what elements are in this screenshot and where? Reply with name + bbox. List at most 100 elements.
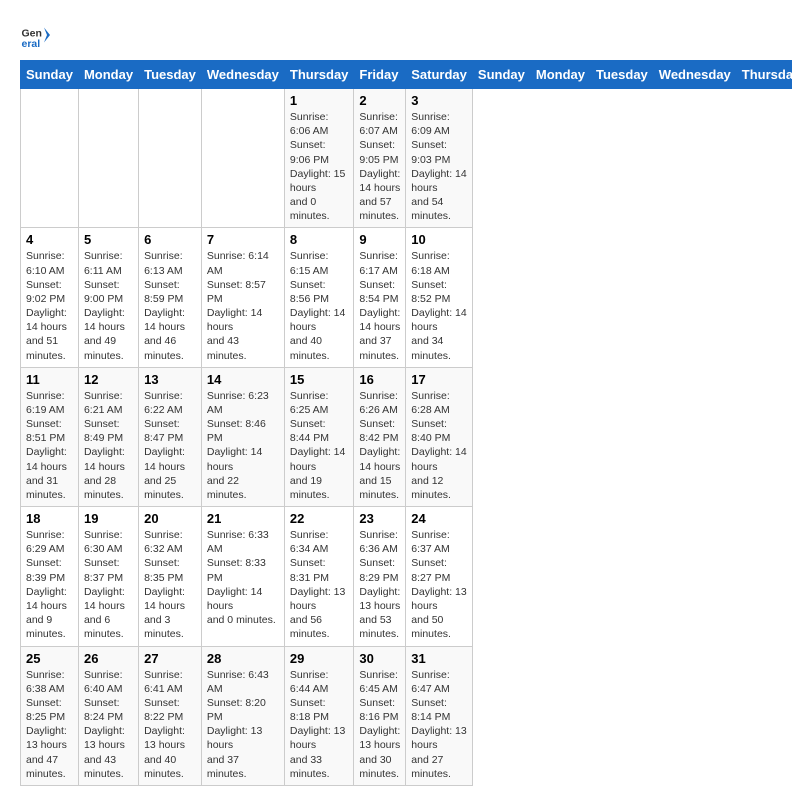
calendar-cell: 29 Sunrise: 6:44 AM Sunset: 8:18 PM Dayli… bbox=[284, 646, 354, 785]
calendar-cell: 21 Sunrise: 6:33 AM Sunset: 8:33 PM Dayli… bbox=[201, 507, 284, 646]
day-info: Sunrise: 6:22 AM Sunset: 8:47 PM Dayligh… bbox=[144, 389, 196, 502]
day-number: 29 bbox=[290, 651, 349, 666]
day-header-monday: Monday bbox=[78, 61, 138, 89]
day-number: 23 bbox=[359, 511, 400, 526]
day-number: 16 bbox=[359, 372, 400, 387]
day-number: 25 bbox=[26, 651, 73, 666]
day-info: Sunrise: 6:45 AM Sunset: 8:16 PM Dayligh… bbox=[359, 668, 400, 781]
day-info: Sunrise: 6:37 AM Sunset: 8:27 PM Dayligh… bbox=[411, 528, 467, 641]
calendar-cell: 19Sunrise: 6:30 AM Sunset: 8:37 PM Dayli… bbox=[78, 507, 138, 646]
page-header: Gen eral bbox=[20, 20, 772, 50]
day-number: 30 bbox=[359, 651, 400, 666]
day-info: Sunrise: 6:14 AM Sunset: 8:57 PM Dayligh… bbox=[207, 249, 279, 362]
day-info: Sunrise: 6:26 AM Sunset: 8:42 PM Dayligh… bbox=[359, 389, 400, 502]
calendar-cell: 30 Sunrise: 6:45 AM Sunset: 8:16 PM Dayli… bbox=[354, 646, 406, 785]
calendar-cell: 14 Sunrise: 6:23 AM Sunset: 8:46 PM Dayli… bbox=[201, 367, 284, 506]
calendar-week-5: 25 Sunrise: 6:38 AM Sunset: 8:25 PM Dayli… bbox=[21, 646, 792, 785]
calendar-cell: 11 Sunrise: 6:19 AM Sunset: 8:51 PM Dayli… bbox=[21, 367, 79, 506]
day-info: Sunrise: 6:17 AM Sunset: 8:54 PM Dayligh… bbox=[359, 249, 400, 362]
day-info: Sunrise: 6:47 AM Sunset: 8:14 PM Dayligh… bbox=[411, 668, 467, 781]
day-info: Sunrise: 6:23 AM Sunset: 8:46 PM Dayligh… bbox=[207, 389, 279, 502]
calendar-cell: 6 Sunrise: 6:13 AM Sunset: 8:59 PM Daylig… bbox=[139, 228, 202, 367]
day-info: Sunrise: 6:19 AM Sunset: 8:51 PM Dayligh… bbox=[26, 389, 73, 502]
day-number: 20 bbox=[144, 511, 196, 526]
day-info: Sunrise: 6:11 AM Sunset: 9:00 PM Dayligh… bbox=[84, 249, 133, 362]
col-header-monday: Monday bbox=[530, 61, 590, 89]
day-number: 24 bbox=[411, 511, 467, 526]
calendar-cell bbox=[139, 89, 202, 228]
day-number: 22 bbox=[290, 511, 349, 526]
day-info: Sunrise: 6:07 AM Sunset: 9:05 PM Dayligh… bbox=[359, 110, 400, 223]
calendar-header-row: SundayMondayTuesdayWednesdayThursdayFrid… bbox=[21, 61, 792, 89]
day-number: 13 bbox=[144, 372, 196, 387]
day-info: Sunrise: 6:44 AM Sunset: 8:18 PM Dayligh… bbox=[290, 668, 349, 781]
day-number: 7 bbox=[207, 232, 279, 247]
calendar-cell bbox=[21, 89, 79, 228]
calendar-cell: 10 Sunrise: 6:18 AM Sunset: 8:52 PM Dayli… bbox=[406, 228, 473, 367]
day-number: 4 bbox=[26, 232, 73, 247]
calendar-cell: 7 Sunrise: 6:14 AM Sunset: 8:57 PM Daylig… bbox=[201, 228, 284, 367]
calendar-cell: 25 Sunrise: 6:38 AM Sunset: 8:25 PM Dayli… bbox=[21, 646, 79, 785]
day-info: Sunrise: 6:40 AM Sunset: 8:24 PM Dayligh… bbox=[84, 668, 133, 781]
calendar-cell: 28Sunrise: 6:43 AM Sunset: 8:20 PM Dayli… bbox=[201, 646, 284, 785]
day-number: 17 bbox=[411, 372, 467, 387]
day-number: 18 bbox=[26, 511, 73, 526]
day-info: Sunrise: 6:25 AM Sunset: 8:44 PM Dayligh… bbox=[290, 389, 349, 502]
day-header-sunday: Sunday bbox=[21, 61, 79, 89]
day-info: Sunrise: 6:38 AM Sunset: 8:25 PM Dayligh… bbox=[26, 668, 73, 781]
day-info: Sunrise: 6:41 AM Sunset: 8:22 PM Dayligh… bbox=[144, 668, 196, 781]
day-number: 27 bbox=[144, 651, 196, 666]
day-info: Sunrise: 6:13 AM Sunset: 8:59 PM Dayligh… bbox=[144, 249, 196, 362]
calendar-cell: 15Sunrise: 6:25 AM Sunset: 8:44 PM Dayli… bbox=[284, 367, 354, 506]
day-number: 2 bbox=[359, 93, 400, 108]
day-info: Sunrise: 6:06 AM Sunset: 9:06 PM Dayligh… bbox=[290, 110, 349, 223]
day-info: Sunrise: 6:32 AM Sunset: 8:35 PM Dayligh… bbox=[144, 528, 196, 641]
calendar-cell: 9Sunrise: 6:17 AM Sunset: 8:54 PM Daylig… bbox=[354, 228, 406, 367]
day-number: 28 bbox=[207, 651, 279, 666]
calendar-cell: 27 Sunrise: 6:41 AM Sunset: 8:22 PM Dayli… bbox=[139, 646, 202, 785]
calendar-cell: 5 Sunrise: 6:11 AM Sunset: 9:00 PM Daylig… bbox=[78, 228, 138, 367]
calendar-cell: 24 Sunrise: 6:37 AM Sunset: 8:27 PM Dayli… bbox=[406, 507, 473, 646]
calendar-cell: 1Sunrise: 6:06 AM Sunset: 9:06 PM Daylig… bbox=[284, 89, 354, 228]
day-number: 31 bbox=[411, 651, 467, 666]
calendar-cell: 3Sunrise: 6:09 AM Sunset: 9:03 PM Daylig… bbox=[406, 89, 473, 228]
day-info: Sunrise: 6:29 AM Sunset: 8:39 PM Dayligh… bbox=[26, 528, 73, 641]
day-info: Sunrise: 6:28 AM Sunset: 8:40 PM Dayligh… bbox=[411, 389, 467, 502]
calendar-cell bbox=[201, 89, 284, 228]
day-number: 8 bbox=[290, 232, 349, 247]
calendar-cell: 17 Sunrise: 6:28 AM Sunset: 8:40 PM Dayli… bbox=[406, 367, 473, 506]
day-info: Sunrise: 6:34 AM Sunset: 8:31 PM Dayligh… bbox=[290, 528, 349, 641]
svg-text:eral: eral bbox=[22, 38, 41, 50]
day-info: Sunrise: 6:21 AM Sunset: 8:49 PM Dayligh… bbox=[84, 389, 133, 502]
col-header-sunday: Sunday bbox=[472, 61, 530, 89]
calendar-cell: 22 Sunrise: 6:34 AM Sunset: 8:31 PM Dayli… bbox=[284, 507, 354, 646]
calendar-week-2: 4 Sunrise: 6:10 AM Sunset: 9:02 PM Daylig… bbox=[21, 228, 792, 367]
day-number: 19 bbox=[84, 511, 133, 526]
day-info: Sunrise: 6:18 AM Sunset: 8:52 PM Dayligh… bbox=[411, 249, 467, 362]
day-number: 5 bbox=[84, 232, 133, 247]
calendar-cell: 8 Sunrise: 6:15 AM Sunset: 8:56 PM Daylig… bbox=[284, 228, 354, 367]
day-number: 11 bbox=[26, 372, 73, 387]
day-number: 14 bbox=[207, 372, 279, 387]
day-number: 10 bbox=[411, 232, 467, 247]
day-number: 6 bbox=[144, 232, 196, 247]
calendar-week-3: 11 Sunrise: 6:19 AM Sunset: 8:51 PM Dayli… bbox=[21, 367, 792, 506]
day-info: Sunrise: 6:10 AM Sunset: 9:02 PM Dayligh… bbox=[26, 249, 73, 362]
col-header-thursday: Thursday bbox=[736, 61, 792, 89]
calendar-cell: 2 Sunrise: 6:07 AM Sunset: 9:05 PM Daylig… bbox=[354, 89, 406, 228]
calendar-cell: 13 Sunrise: 6:22 AM Sunset: 8:47 PM Dayli… bbox=[139, 367, 202, 506]
day-info: Sunrise: 6:33 AM Sunset: 8:33 PM Dayligh… bbox=[207, 528, 279, 627]
day-header-saturday: Saturday bbox=[406, 61, 473, 89]
calendar-week-4: 18 Sunrise: 6:29 AM Sunset: 8:39 PM Dayli… bbox=[21, 507, 792, 646]
day-number: 3 bbox=[411, 93, 467, 108]
day-header-tuesday: Tuesday bbox=[139, 61, 202, 89]
day-number: 12 bbox=[84, 372, 133, 387]
day-number: 26 bbox=[84, 651, 133, 666]
col-header-wednesday: Wednesday bbox=[653, 61, 736, 89]
day-info: Sunrise: 6:15 AM Sunset: 8:56 PM Dayligh… bbox=[290, 249, 349, 362]
calendar-cell bbox=[78, 89, 138, 228]
col-header-tuesday: Tuesday bbox=[591, 61, 654, 89]
day-number: 21 bbox=[207, 511, 279, 526]
logo: Gen eral bbox=[20, 20, 54, 50]
calendar-cell: 23Sunrise: 6:36 AM Sunset: 8:29 PM Dayli… bbox=[354, 507, 406, 646]
